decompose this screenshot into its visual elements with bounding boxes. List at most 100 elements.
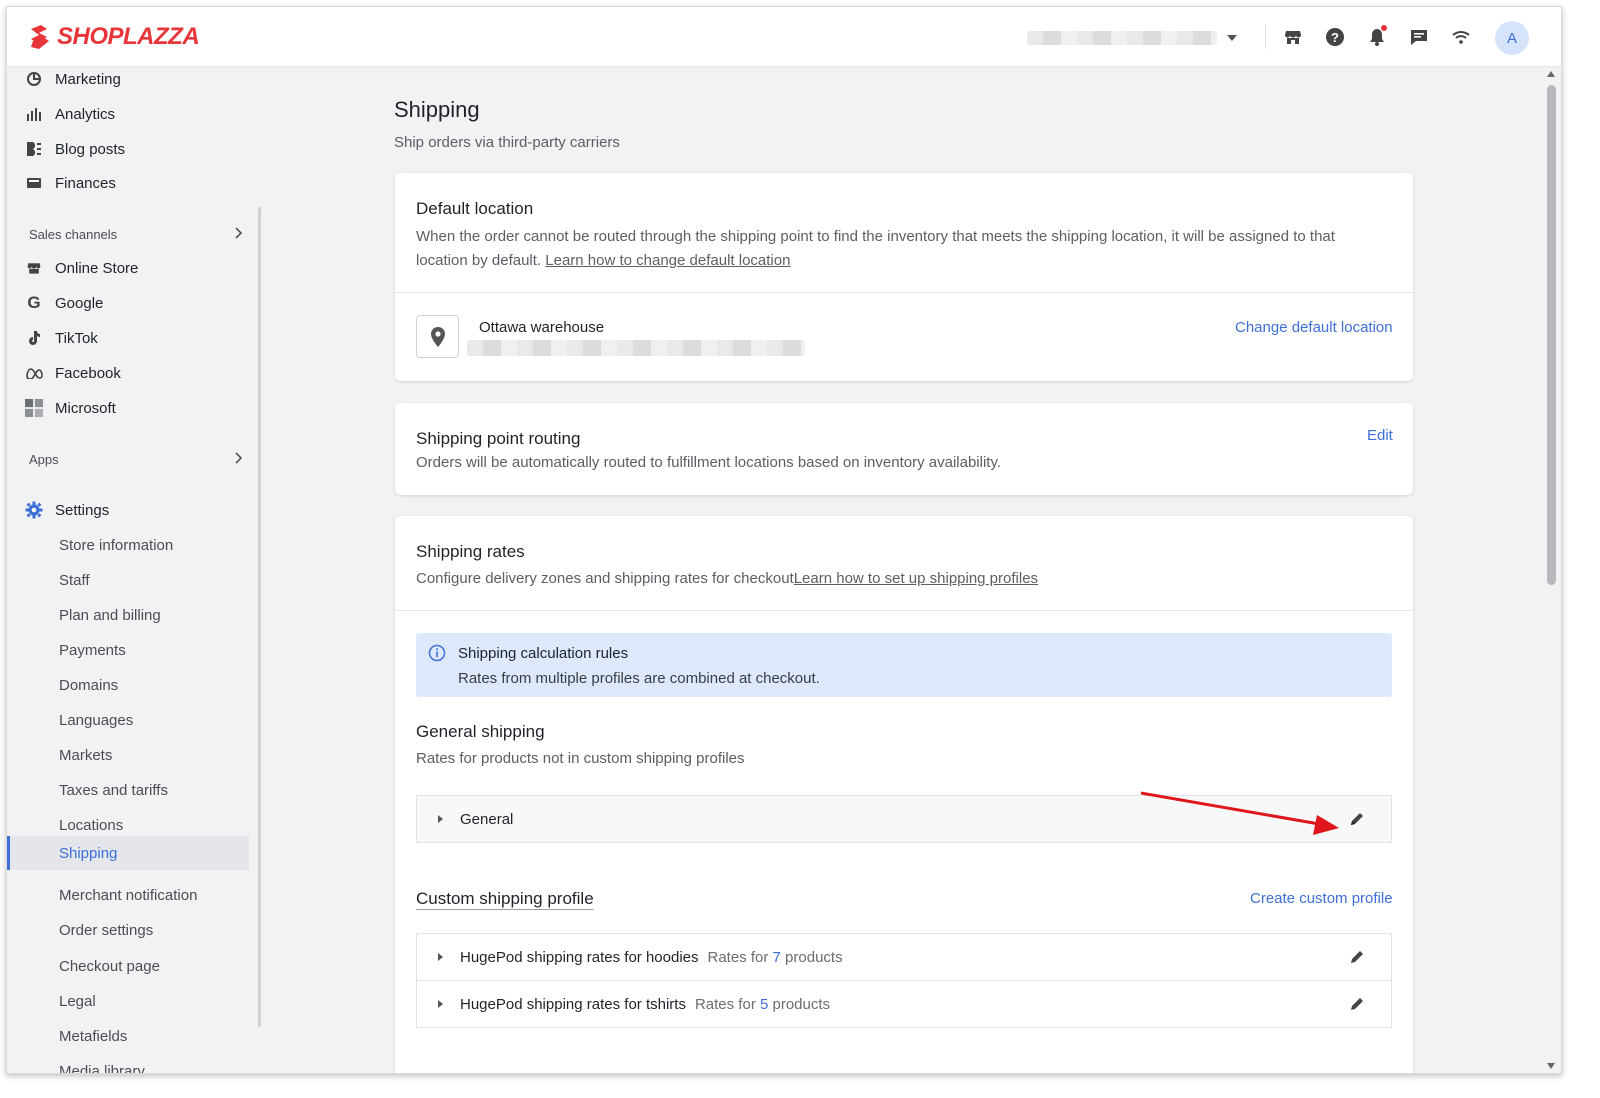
sidebar-item-label: Merchant notification [59,886,198,904]
location-name: Ottawa warehouse [479,319,605,336]
analytics-icon [25,105,43,123]
sidebar-item-label: TikTok [55,329,98,347]
divider [1265,25,1266,49]
custom-profile-row[interactable]: HugePod shipping rates for tshirts Rates… [416,980,1392,1028]
sidebar-item-plan-and-billing[interactable]: Plan and billing [59,600,161,630]
card-description: Configure delivery zones and shipping ra… [416,567,1038,591]
expand-caret-icon[interactable] [438,953,443,961]
sidebar-item-analytics[interactable]: Analytics [25,99,115,129]
profile-name: HugePod shipping rates for tshirts [460,995,686,1013]
sidebar: Marketing Analytics Blog posts Finances … [7,67,261,1074]
sidebar-item-microsoft[interactable]: Microsoft [25,393,116,423]
sidebar-item-markets[interactable]: Markets [59,740,112,770]
sales-channels-header[interactable]: Sales channels [29,222,243,246]
store-icon[interactable] [1279,23,1307,51]
general-shipping-title: General shipping [416,722,545,741]
general-shipping-description: Rates for products not in custom shippin… [416,750,745,767]
expand-caret-icon[interactable] [438,1000,443,1008]
sidebar-item-label: Analytics [55,105,116,123]
profile-name: General [460,810,514,828]
learn-shipping-profiles-link[interactable]: Learn how to set up shipping profiles [794,570,1038,587]
sidebar-item-label: Languages [59,711,134,729]
sidebar-item-locations[interactable]: Locations [59,810,123,840]
redacted-address [467,340,805,356]
sidebar-item-label: Order settings [59,921,154,939]
card-description: Orders will be automatically routed to f… [416,454,1002,471]
shoplazza-logo[interactable]: SHOPLAZZA [27,23,200,51]
sidebar-item-taxes-and-tariffs[interactable]: Taxes and tariffs [59,775,168,805]
sidebar-item-facebook[interactable]: Facebook [25,358,121,388]
sidebar-item-label: Marketing [55,70,121,88]
rates-prefix: Rates for [707,948,769,966]
sidebar-item-payments[interactable]: Payments [59,635,126,665]
app-window: SHOPLAZZA ? A Marketing Analytics Blog p… [6,6,1562,1074]
section-label: Sales channels [29,226,118,242]
sidebar-item-order-settings[interactable]: Order settings [59,915,153,945]
notification-dot [1381,25,1387,31]
sidebar-item-media-library[interactable]: Media library [59,1056,145,1074]
sidebar-item-google[interactable]: G Google [25,288,103,318]
chat-icon[interactable] [1405,23,1433,51]
sidebar-item-blog-posts[interactable]: Blog posts [25,134,125,164]
chevron-right-icon [233,226,243,242]
scroll-down-arrow-icon[interactable] [1547,1063,1555,1069]
profile-name: HugePod shipping rates for hoodies [460,948,699,966]
wifi-icon[interactable] [1447,23,1475,51]
sidebar-item-finances[interactable]: Finances [25,168,116,198]
location-pin-box [416,315,459,358]
learn-default-location-link[interactable]: Learn how to change default location [545,252,790,269]
sidebar-item-settings[interactable]: Settings [25,495,109,525]
edit-pencil-icon[interactable] [1349,949,1365,965]
sidebar-item-metafields[interactable]: Metafields [59,1021,127,1051]
sidebar-item-label: Legal [59,992,96,1010]
custom-profile-title: Custom shipping profile [416,889,594,908]
description-text: Configure delivery zones and shipping ra… [416,570,794,587]
sidebar-item-label: Payments [59,641,126,659]
expand-caret-icon[interactable] [438,815,443,823]
store-icon [25,259,43,277]
sidebar-item-languages[interactable]: Languages [59,705,133,735]
scroll-up-arrow-icon[interactable] [1547,71,1555,77]
sidebar-item-marketing[interactable]: Marketing [25,67,121,94]
sidebar-item-tiktok[interactable]: TikTok [25,323,98,353]
avatar[interactable]: A [1495,21,1529,55]
microsoft-icon [25,399,43,417]
scroll-thumb[interactable] [1547,85,1556,585]
sidebar-item-merchant-notification[interactable]: Merchant notification [59,880,197,910]
tiktok-icon [25,329,43,347]
card-title: Shipping rates [416,542,525,561]
sidebar-item-checkout-page[interactable]: Checkout page [59,951,160,981]
edit-routing-link[interactable]: Edit [1367,427,1393,444]
sidebar-item-label: Blog posts [55,140,126,158]
card-title: Shipping point routing [416,429,581,448]
product-count: 7 [772,948,781,966]
sidebar-item-legal[interactable]: Legal [59,986,96,1016]
help-icon[interactable]: ? [1321,23,1349,51]
marketing-icon [25,70,43,88]
sidebar-item-online-store[interactable]: Online Store [25,253,138,283]
divider [395,610,1413,611]
rates-suffix: products [785,948,843,966]
sidebar-item-label: Domains [59,676,119,694]
blog-icon [25,140,43,158]
card-description: When the order cannot be routed through … [416,225,1376,273]
active-item-highlight [7,836,249,870]
custom-profile-row[interactable]: HugePod shipping rates for hoodies Rates… [416,933,1392,981]
sidebar-item-store-information[interactable]: Store information [59,530,173,560]
product-count: 5 [759,995,769,1013]
edit-pencil-icon[interactable] [1349,996,1365,1012]
chevron-down-icon [1227,35,1237,41]
info-text: Rates from multiple profiles are combine… [458,670,820,687]
sidebar-item-label: Google [55,294,104,312]
page-title: Shipping [394,97,480,122]
apps-header[interactable]: Apps [29,447,243,471]
change-default-location-link[interactable]: Change default location [1235,319,1393,336]
store-switcher[interactable] [1027,29,1237,47]
create-custom-profile-link[interactable]: Create custom profile [1250,890,1393,907]
divider [395,292,1413,293]
sidebar-item-shipping[interactable]: Shipping [59,838,117,868]
info-icon [428,644,446,662]
bell-icon[interactable] [1363,23,1391,51]
sidebar-item-domains[interactable]: Domains [59,670,118,700]
sidebar-item-staff[interactable]: Staff [59,565,90,595]
